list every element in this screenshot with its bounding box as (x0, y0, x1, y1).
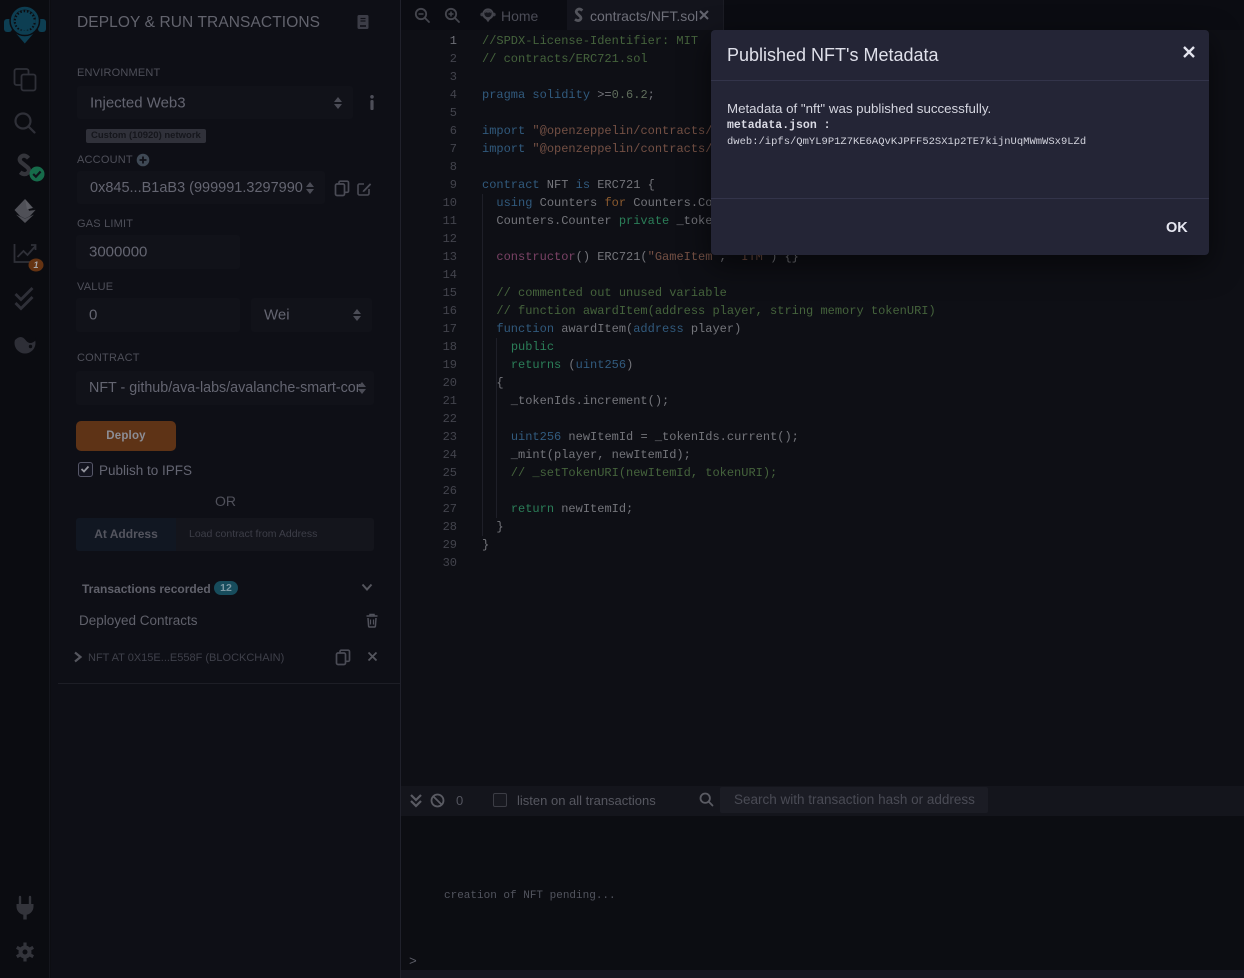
svg-text:1: 1 (33, 260, 38, 270)
